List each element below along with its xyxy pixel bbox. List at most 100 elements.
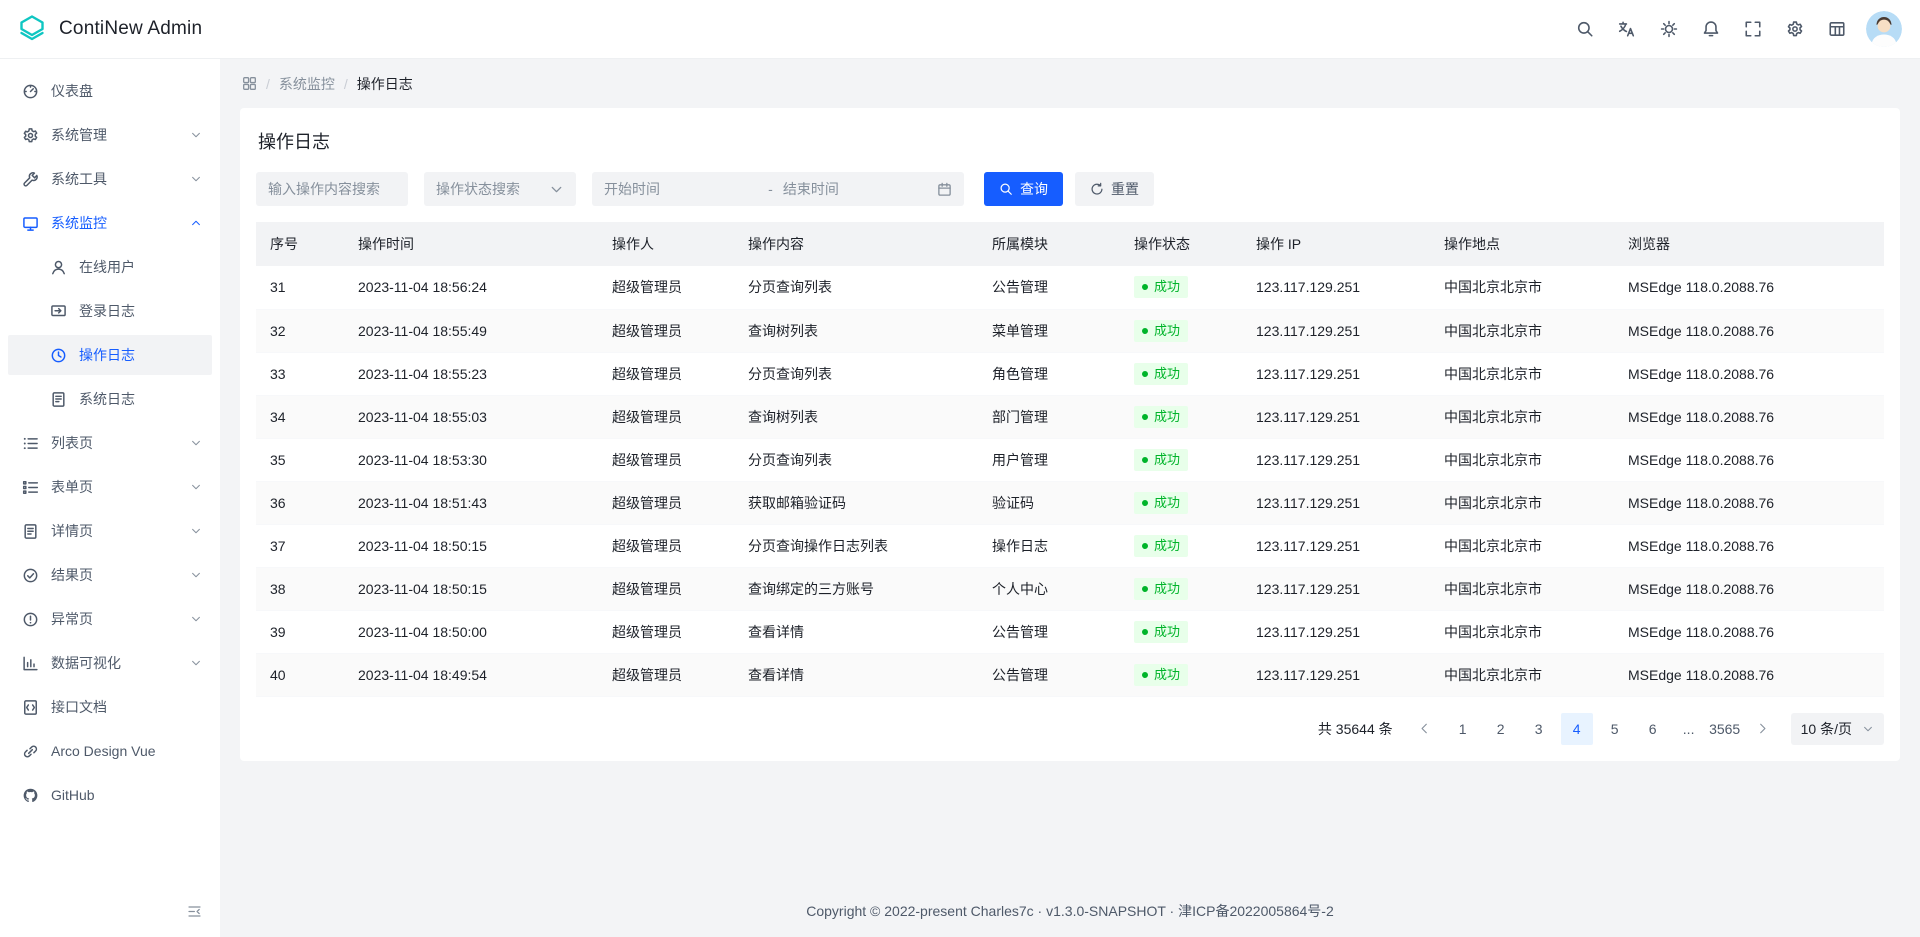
table-cell: 2023-11-04 18:51:43 xyxy=(344,481,598,524)
prev-page-button[interactable] xyxy=(1409,713,1441,745)
layout-grid-icon-button[interactable] xyxy=(1820,12,1854,46)
table-cell: 37 xyxy=(256,524,344,567)
chevron-down-icon xyxy=(190,569,202,581)
sidebar-item-exception[interactable]: 异常页 xyxy=(8,599,212,639)
column-header: 操作内容 xyxy=(734,222,978,266)
table-cell: 123.117.129.251 xyxy=(1242,567,1430,610)
table-row[interactable]: 392023-11-04 18:50:00超级管理员查看详情公告管理成功123.… xyxy=(256,610,1884,653)
status-select-placeholder: 操作状态搜索 xyxy=(436,179,520,199)
sidebar-item-result[interactable]: 结果页 xyxy=(8,555,212,595)
status-dot-icon xyxy=(1142,672,1148,678)
theme-icon-button[interactable] xyxy=(1652,12,1686,46)
table-row[interactable]: 332023-11-04 18:55:23超级管理员分页查询列表角色管理成功12… xyxy=(256,352,1884,395)
breadcrumb-item[interactable]: 操作日志 xyxy=(357,74,413,94)
next-page-button[interactable] xyxy=(1747,713,1779,745)
page-button-1[interactable]: 1 xyxy=(1447,713,1479,745)
clock-icon xyxy=(50,347,67,364)
settings-icon xyxy=(1786,20,1804,38)
table-row[interactable]: 402023-11-04 18:49:54超级管理员查看详情公告管理成功123.… xyxy=(256,653,1884,696)
table-cell: 2023-11-04 18:50:15 xyxy=(344,524,598,567)
status-cell: 成功 xyxy=(1120,309,1242,352)
sidebar-item-form[interactable]: 表单页 xyxy=(8,467,212,507)
table-cell: 32 xyxy=(256,309,344,352)
page-button-3[interactable]: 3 xyxy=(1523,713,1555,745)
status-select[interactable]: 操作状态搜索 xyxy=(424,172,576,206)
page-button-4[interactable]: 4 xyxy=(1561,713,1593,745)
sidebar-item-label: 操作日志 xyxy=(79,345,202,365)
status-cell: 成功 xyxy=(1120,266,1242,309)
sidebar-collapse-button[interactable] xyxy=(180,897,208,925)
sidebar-item-label: GitHub xyxy=(51,787,202,803)
table-row[interactable]: 352023-11-04 18:53:30超级管理员分页查询列表用户管理成功12… xyxy=(256,438,1884,481)
sidebar-item-clock[interactable]: 操作日志 xyxy=(8,335,212,375)
page-button-6[interactable]: 6 xyxy=(1637,713,1669,745)
table-row[interactable]: 342023-11-04 18:55:03超级管理员查询树列表部门管理成功123… xyxy=(256,395,1884,438)
calendar-icon xyxy=(937,182,952,197)
translate-icon xyxy=(1618,20,1636,38)
status-badge: 成功 xyxy=(1134,664,1188,686)
content-search-input[interactable]: 输入操作内容搜索 xyxy=(256,172,408,206)
table-cell: 分页查询列表 xyxy=(734,266,978,309)
apps-icon[interactable] xyxy=(242,76,257,91)
table-cell: 查看详情 xyxy=(734,610,978,653)
sidebar-item-gear[interactable]: 系统管理 xyxy=(8,115,212,155)
status-dot-icon xyxy=(1142,543,1148,549)
column-header: 所属模块 xyxy=(978,222,1120,266)
settings-icon-button[interactable] xyxy=(1778,12,1812,46)
sidebar-item-tools[interactable]: 系统工具 xyxy=(8,159,212,199)
logo[interactable]: ContiNew Admin xyxy=(16,13,202,45)
sidebar-item-list[interactable]: 列表页 xyxy=(8,423,212,463)
sidebar-item-link[interactable]: Arco Design Vue xyxy=(8,731,212,771)
sidebar-item-github[interactable]: GitHub xyxy=(8,775,212,815)
table-cell: MSEdge 118.0.2088.76 xyxy=(1614,352,1884,395)
avatar[interactable] xyxy=(1866,11,1902,47)
sidebar-item-user[interactable]: 在线用户 xyxy=(8,247,212,287)
sidebar-item-file-log[interactable]: 系统日志 xyxy=(8,379,212,419)
fullscreen-icon-button[interactable] xyxy=(1736,12,1770,46)
menu-fold-icon xyxy=(187,904,202,919)
status-cell: 成功 xyxy=(1120,653,1242,696)
sidebar-item-api-doc[interactable]: 接口文档 xyxy=(8,687,212,727)
table-row[interactable]: 372023-11-04 18:50:15超级管理员分页查询操作日志列表操作日志… xyxy=(256,524,1884,567)
status-dot-icon xyxy=(1142,586,1148,592)
notification-icon-button[interactable] xyxy=(1694,12,1728,46)
page-button-2[interactable]: 2 xyxy=(1485,713,1517,745)
breadcrumb-separator: / xyxy=(266,76,270,92)
table-cell: 123.117.129.251 xyxy=(1242,610,1430,653)
page-size-select[interactable]: 10 条/页 xyxy=(1791,713,1884,745)
table-cell: 操作日志 xyxy=(978,524,1120,567)
sidebar-item-chart[interactable]: 数据可视化 xyxy=(8,643,212,683)
breadcrumb-item[interactable]: 系统监控 xyxy=(279,74,335,94)
table-row[interactable]: 362023-11-04 18:51:43超级管理员获取邮箱验证码验证码成功12… xyxy=(256,481,1884,524)
pagination-total: 共 35644 条 xyxy=(1318,719,1393,739)
sidebar-item-login-log[interactable]: 登录日志 xyxy=(8,291,212,331)
translate-icon-button[interactable] xyxy=(1610,12,1644,46)
sidebar-item-dashboard[interactable]: 仪表盘 xyxy=(8,71,212,111)
table-cell: 超级管理员 xyxy=(598,266,734,309)
reset-button[interactable]: 重置 xyxy=(1075,172,1154,206)
sidebar-item-detail[interactable]: 详情页 xyxy=(8,511,212,551)
sidebar-item-label: 异常页 xyxy=(51,609,178,629)
chevron-down-icon xyxy=(190,437,202,449)
table-cell: 查询绑定的三方账号 xyxy=(734,567,978,610)
page-button-3565[interactable]: 3565 xyxy=(1709,713,1741,745)
table-cell: 2023-11-04 18:55:23 xyxy=(344,352,598,395)
table-cell: MSEdge 118.0.2088.76 xyxy=(1614,266,1884,309)
sidebar-item-label: 系统日志 xyxy=(79,389,202,409)
sidebar-item-label: 系统监控 xyxy=(51,213,178,233)
table-cell: 123.117.129.251 xyxy=(1242,266,1430,309)
table-cell: 获取邮箱验证码 xyxy=(734,481,978,524)
sidebar: 仪表盘系统管理系统工具系统监控在线用户登录日志操作日志系统日志列表页表单页详情页… xyxy=(0,59,220,937)
search-button[interactable]: 查询 xyxy=(984,172,1063,206)
column-header: 操作时间 xyxy=(344,222,598,266)
table-row[interactable]: 312023-11-04 18:56:24超级管理员分页查询列表公告管理成功12… xyxy=(256,266,1884,309)
table-row[interactable]: 382023-11-04 18:50:15超级管理员查询绑定的三方账号个人中心成… xyxy=(256,567,1884,610)
pagination-ellipsis[interactable]: ... xyxy=(1675,721,1703,737)
reset-button-label: 重置 xyxy=(1111,179,1139,199)
search-icon-button[interactable] xyxy=(1568,12,1602,46)
table-row[interactable]: 322023-11-04 18:55:49超级管理员查询树列表菜单管理成功123… xyxy=(256,309,1884,352)
page-button-5[interactable]: 5 xyxy=(1599,713,1631,745)
chevron-down-icon xyxy=(1862,723,1874,735)
sidebar-item-monitor[interactable]: 系统监控 xyxy=(8,203,212,243)
date-range-picker[interactable]: 开始时间 - 结束时间 xyxy=(592,172,964,206)
